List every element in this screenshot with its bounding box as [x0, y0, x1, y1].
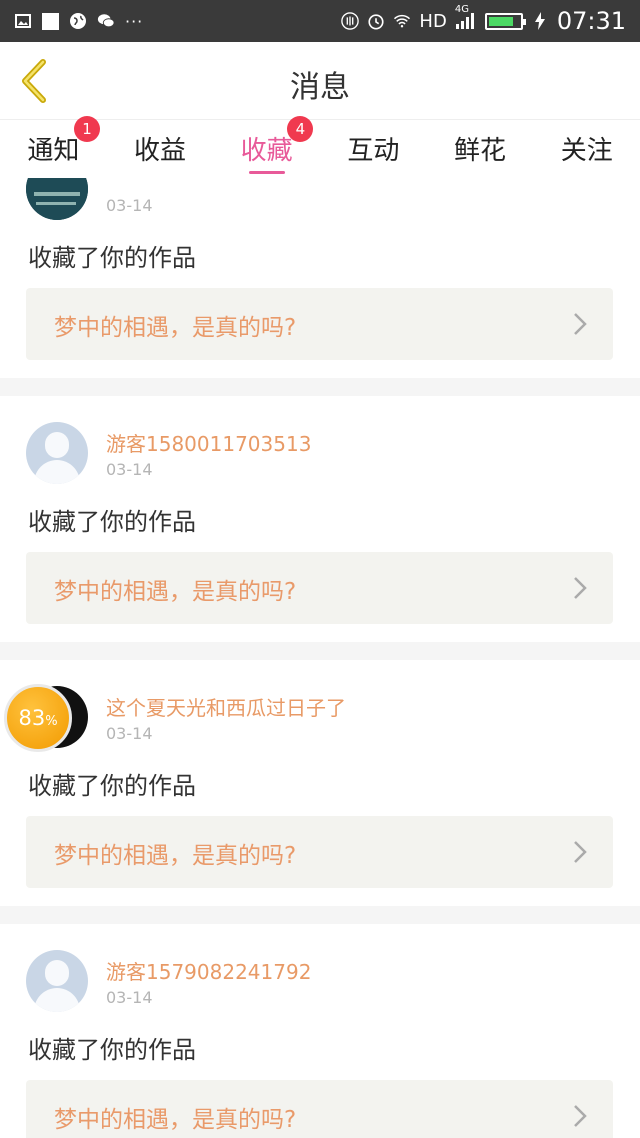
avatar[interactable] [26, 950, 88, 1012]
work-link[interactable]: 梦中的相遇，是真的吗? [26, 1080, 613, 1138]
work-link[interactable]: 梦中的相遇，是真的吗? [26, 816, 613, 888]
nav-header: 消息 [0, 42, 640, 120]
tab-interaction[interactable]: 互动 [320, 120, 427, 178]
date: 03-14 [106, 988, 153, 1007]
work-link[interactable]: 梦中的相遇，是真的吗? [26, 288, 613, 360]
chevron-right-icon [574, 1105, 587, 1127]
tab-label: 关注 [560, 136, 613, 166]
page-title: 消息 [290, 70, 350, 105]
work-title: 梦中的相遇，是真的吗? [54, 579, 297, 605]
list-item: 03-14 收藏了你的作品 梦中的相遇，是真的吗? [0, 178, 640, 378]
charging-icon [531, 12, 549, 30]
active-tab-indicator [248, 171, 285, 174]
chevron-right-icon [574, 577, 587, 599]
network-label: 4G [454, 4, 469, 15]
avatar[interactable] [26, 178, 88, 220]
work-title: 梦中的相遇，是真的吗? [54, 1107, 297, 1133]
battery-icon [484, 12, 526, 30]
tab-bar: 通知 1 收益 收藏 4 互动 鲜花 关注 [0, 116, 640, 178]
wifi-icon [393, 12, 411, 30]
floating-progress-badge[interactable]: 83% [4, 684, 72, 752]
work-title: 梦中的相遇，是真的吗? [54, 315, 297, 341]
action-text: 收藏了你的作品 [28, 1036, 196, 1064]
message-feed[interactable]: 03-14 收藏了你的作品 梦中的相遇，是真的吗? 游客158001170351… [0, 178, 640, 1138]
chevron-right-icon [574, 313, 587, 335]
alarm-icon [367, 12, 385, 30]
action-text: 收藏了你的作品 [28, 508, 196, 536]
work-link[interactable]: 梦中的相遇，是真的吗? [26, 552, 613, 624]
wechat-icon [97, 12, 115, 30]
nfc-icon [341, 12, 360, 30]
tab-earnings[interactable]: 收益 [107, 120, 214, 178]
square-icon [42, 12, 59, 30]
favorites-badge: 4 [287, 116, 314, 142]
date: 03-14 [106, 196, 153, 215]
username[interactable]: 这个夏天光和西瓜过日子了 [106, 692, 346, 721]
tab-label: 互动 [347, 136, 400, 166]
tab-follow[interactable]: 关注 [533, 120, 640, 178]
action-text: 收藏了你的作品 [28, 772, 196, 800]
tab-flowers[interactable]: 鲜花 [427, 120, 534, 178]
chevron-right-icon [574, 841, 587, 863]
signal-icon: 4G [455, 4, 477, 30]
status-bar: ··· HD 4G 07:31 [0, 0, 640, 42]
username[interactable]: 游客1580011703513 [106, 428, 311, 457]
image-icon [14, 12, 32, 30]
list-item: 游客1579082241792 03-14 收藏了你的作品 梦中的相遇，是真的吗… [0, 924, 640, 1138]
date: 03-14 [106, 460, 153, 479]
status-time: 07:31 [556, 7, 626, 35]
notification-badge: 1 [74, 116, 100, 142]
list-item: 游客1580011703513 03-14 收藏了你的作品 梦中的相遇，是真的吗… [0, 396, 640, 642]
avatar[interactable] [26, 422, 88, 484]
tab-notification[interactable]: 通知 1 [0, 116, 107, 178]
globe-icon [69, 12, 87, 30]
progress-unit: % [45, 713, 58, 729]
date: 03-14 [106, 724, 153, 743]
progress-value: 83 [18, 706, 46, 730]
work-title: 梦中的相遇，是真的吗? [54, 843, 297, 869]
tab-label: 通知 [27, 136, 80, 166]
action-text: 收藏了你的作品 [28, 244, 196, 272]
list-item: 这个夏天光和西瓜过日子了 03-14 收藏了你的作品 梦中的相遇，是真的吗? 8… [0, 660, 640, 906]
tab-favorites[interactable]: 收藏 4 [213, 116, 320, 178]
more-dots-icon: ··· [125, 11, 144, 31]
tab-label: 收益 [134, 136, 187, 166]
username[interactable]: 游客1579082241792 [106, 956, 311, 985]
tab-label: 鲜花 [454, 136, 507, 166]
hd-label: HD [419, 10, 447, 32]
